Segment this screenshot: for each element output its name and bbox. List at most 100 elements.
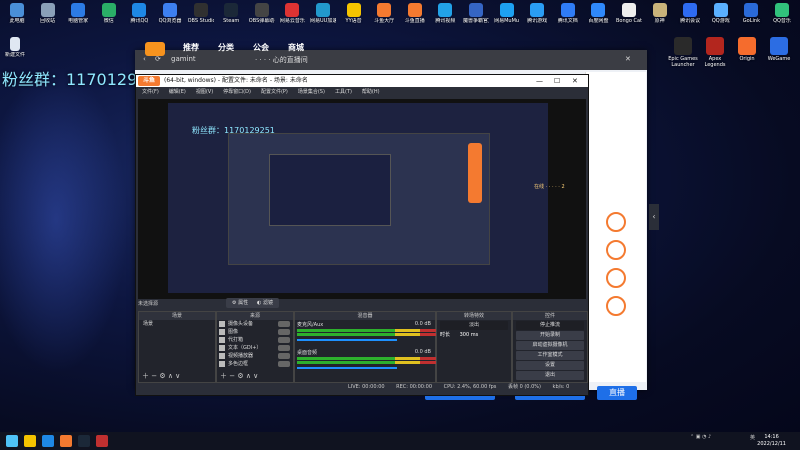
desktop-icon[interactable]: 此电脑 (4, 2, 30, 30)
desktop-icon[interactable]: OBS Studio (188, 2, 214, 30)
obs-menu-item[interactable]: 工具(T) (335, 89, 352, 95)
desktop-icon[interactable]: 魔兽争霸官方 (463, 2, 489, 30)
filters-button[interactable]: ◐ 滤镜 (251, 298, 279, 308)
desktop-icon[interactable]: GoLink (738, 2, 764, 30)
scene-dock-controls[interactable]: ＋ − ⚙ ∧ ∨ (142, 371, 180, 381)
visibility-icon[interactable] (278, 321, 290, 327)
browser-tab[interactable]: · · · · 心的直播间 (255, 55, 308, 65)
obs-menu-item[interactable]: 停靠窗口(D) (223, 89, 251, 95)
home-icon[interactable] (606, 240, 626, 260)
start-icon[interactable] (6, 435, 18, 447)
mixer-channel[interactable]: 桌面音频 0.0 dB (295, 348, 437, 376)
source-item[interactable]: 摄像头设备 (217, 320, 293, 328)
back-icon[interactable]: ‹ (143, 55, 146, 63)
transition-select[interactable]: 淡出 (440, 321, 508, 330)
maximize-icon[interactable]: ☐ (554, 75, 560, 87)
desktop-icon[interactable]: QQ浏览器 (157, 2, 183, 30)
desktop-icon[interactable]: QQ游戏 (708, 2, 734, 30)
nav-tab-category[interactable]: 分类 (218, 42, 234, 53)
desktop-icon[interactable]: 网易UU加速器 (310, 2, 336, 30)
close-icon[interactable]: ✕ (572, 75, 578, 87)
properties-button[interactable]: ⚙ 属性 (226, 298, 255, 308)
desktop-icon[interactable]: 腾讯QQ (126, 2, 152, 30)
duration-input[interactable]: 300 ms (460, 332, 479, 338)
refresh-icon[interactable]: ⟳ (155, 55, 161, 63)
desktop-icon[interactable]: 回收站 (35, 2, 61, 30)
obs-menu-item[interactable]: 编辑(E) (169, 89, 186, 95)
source-item[interactable]: 视频播放器 (217, 352, 293, 360)
desktop-icon[interactable]: Steam (218, 2, 244, 30)
obs-window[interactable]: 斗鱼 (64-bit, windows) - 配置文件: 未命名 - 场景: 未… (135, 74, 589, 396)
desktop-icon[interactable]: 网易云音乐 (279, 2, 305, 30)
browser-url[interactable]: gamint (171, 55, 196, 63)
desktop-icon[interactable]: QQ音乐 (769, 2, 795, 30)
tray-icons[interactable]: ⌃ ▣ ◔ ♪ (690, 434, 711, 440)
desktop-icon[interactable]: 腾讯会议 (677, 2, 703, 30)
control-button[interactable]: 开始录制 (516, 331, 584, 340)
source-dock-controls[interactable]: ＋ − ⚙ ∧ ∨ (220, 371, 258, 381)
visibility-icon[interactable] (278, 337, 290, 343)
desktop-icon[interactable]: Origin (730, 36, 764, 80)
desktop-icon[interactable]: Apex Legends (698, 36, 732, 80)
nav-tab-guild[interactable]: 公会 (253, 42, 269, 53)
desktop-icon[interactable]: 微信 (96, 2, 122, 30)
nav-tab-shop[interactable]: 商城 (288, 42, 304, 53)
control-button[interactable]: 停止推流 (516, 321, 584, 330)
control-button[interactable]: 设置 (516, 361, 584, 370)
control-button[interactable]: 工作室模式 (516, 351, 584, 360)
ime-indicator[interactable]: 英 (750, 434, 755, 441)
scene-item[interactable]: 场景 (139, 320, 215, 328)
status-cpu: CPU: 2.4%, 60.00 fps (443, 384, 497, 390)
desktop-icon[interactable]: 斗鱼大厅 (371, 2, 397, 30)
visibility-icon[interactable] (278, 353, 290, 359)
desktop-icon[interactable]: 原神 (647, 2, 673, 30)
control-button[interactable]: 启动虚拟摄像机 (516, 341, 584, 350)
gift-icon[interactable] (606, 268, 626, 288)
desktop-icon[interactable]: Epic Games Launcher (666, 36, 700, 80)
desktop-icon-new-file[interactable]: 新建文件 (2, 36, 28, 64)
desktop-icon[interactable]: 电脑管家 (65, 2, 91, 30)
qq-app-icon[interactable] (42, 435, 54, 447)
desktop-icon[interactable]: YY语音 (341, 2, 367, 30)
headset-icon[interactable] (606, 296, 626, 316)
desktop-icon[interactable]: 百度网盘 (585, 2, 611, 30)
steam-app-icon[interactable] (78, 435, 90, 447)
minimize-icon[interactable]: — (536, 75, 543, 87)
douyu-app-icon[interactable] (60, 435, 72, 447)
obs-menu-item[interactable]: 视图(V) (196, 89, 213, 95)
desktop-icon[interactable]: 腾讯视频 (432, 2, 458, 30)
obs-preview[interactable]: 粉丝群：1170129251 在线 · · · · · 2 (138, 99, 586, 299)
mixer-channel[interactable]: 麦克风/Aux 0.0 dB (295, 320, 437, 348)
close-icon[interactable]: ✕ (625, 55, 631, 63)
desktop-icon[interactable]: OBS弹幕助手 (249, 2, 275, 30)
clock-date: 2022/12/11 (757, 441, 786, 447)
desktop-icon[interactable]: 腾讯游戏 (524, 2, 550, 30)
desktop-icon[interactable]: WeGame (762, 36, 796, 80)
desktop-icon[interactable]: 斗鱼直播 (402, 2, 428, 30)
obs-menu-item[interactable]: 场景集合(S) (298, 89, 325, 95)
desktop-icon[interactable]: 网易MuMu (494, 2, 520, 30)
live-button[interactable]: 直播 (597, 386, 637, 400)
volume-slider[interactable] (297, 367, 397, 369)
desktop-icon[interactable]: 腾讯文档 (555, 2, 581, 30)
visibility-icon[interactable] (278, 361, 290, 367)
search-app-icon[interactable] (24, 435, 36, 447)
obs-app-icon[interactable] (96, 435, 108, 447)
desktop-icon[interactable]: Bongo Cat (616, 2, 642, 30)
source-item[interactable]: 图像 (217, 328, 293, 336)
visibility-icon[interactable] (278, 345, 290, 351)
scroll-handle[interactable]: ‹ (649, 204, 659, 230)
source-item[interactable]: 多色边框 (217, 360, 293, 368)
control-button[interactable]: 退出 (516, 371, 584, 380)
play-icon[interactable] (606, 212, 626, 232)
obs-menu-item[interactable]: 文件(F) (142, 89, 159, 95)
clock[interactable]: 14:16 2022/12/11 (757, 434, 786, 448)
obs-menu-item[interactable]: 配置文件(P) (261, 89, 288, 95)
obs-menu-item[interactable]: 帮助(H) (362, 89, 380, 95)
nav-tab-recommend[interactable]: 推荐 (183, 42, 199, 53)
source-item[interactable]: 代打箱 (217, 336, 293, 344)
volume-slider[interactable] (297, 339, 397, 341)
desktop-icon-label: 此电脑 (9, 18, 25, 24)
visibility-icon[interactable] (278, 329, 290, 335)
source-item[interactable]: 文本（GDI+） (217, 344, 293, 352)
